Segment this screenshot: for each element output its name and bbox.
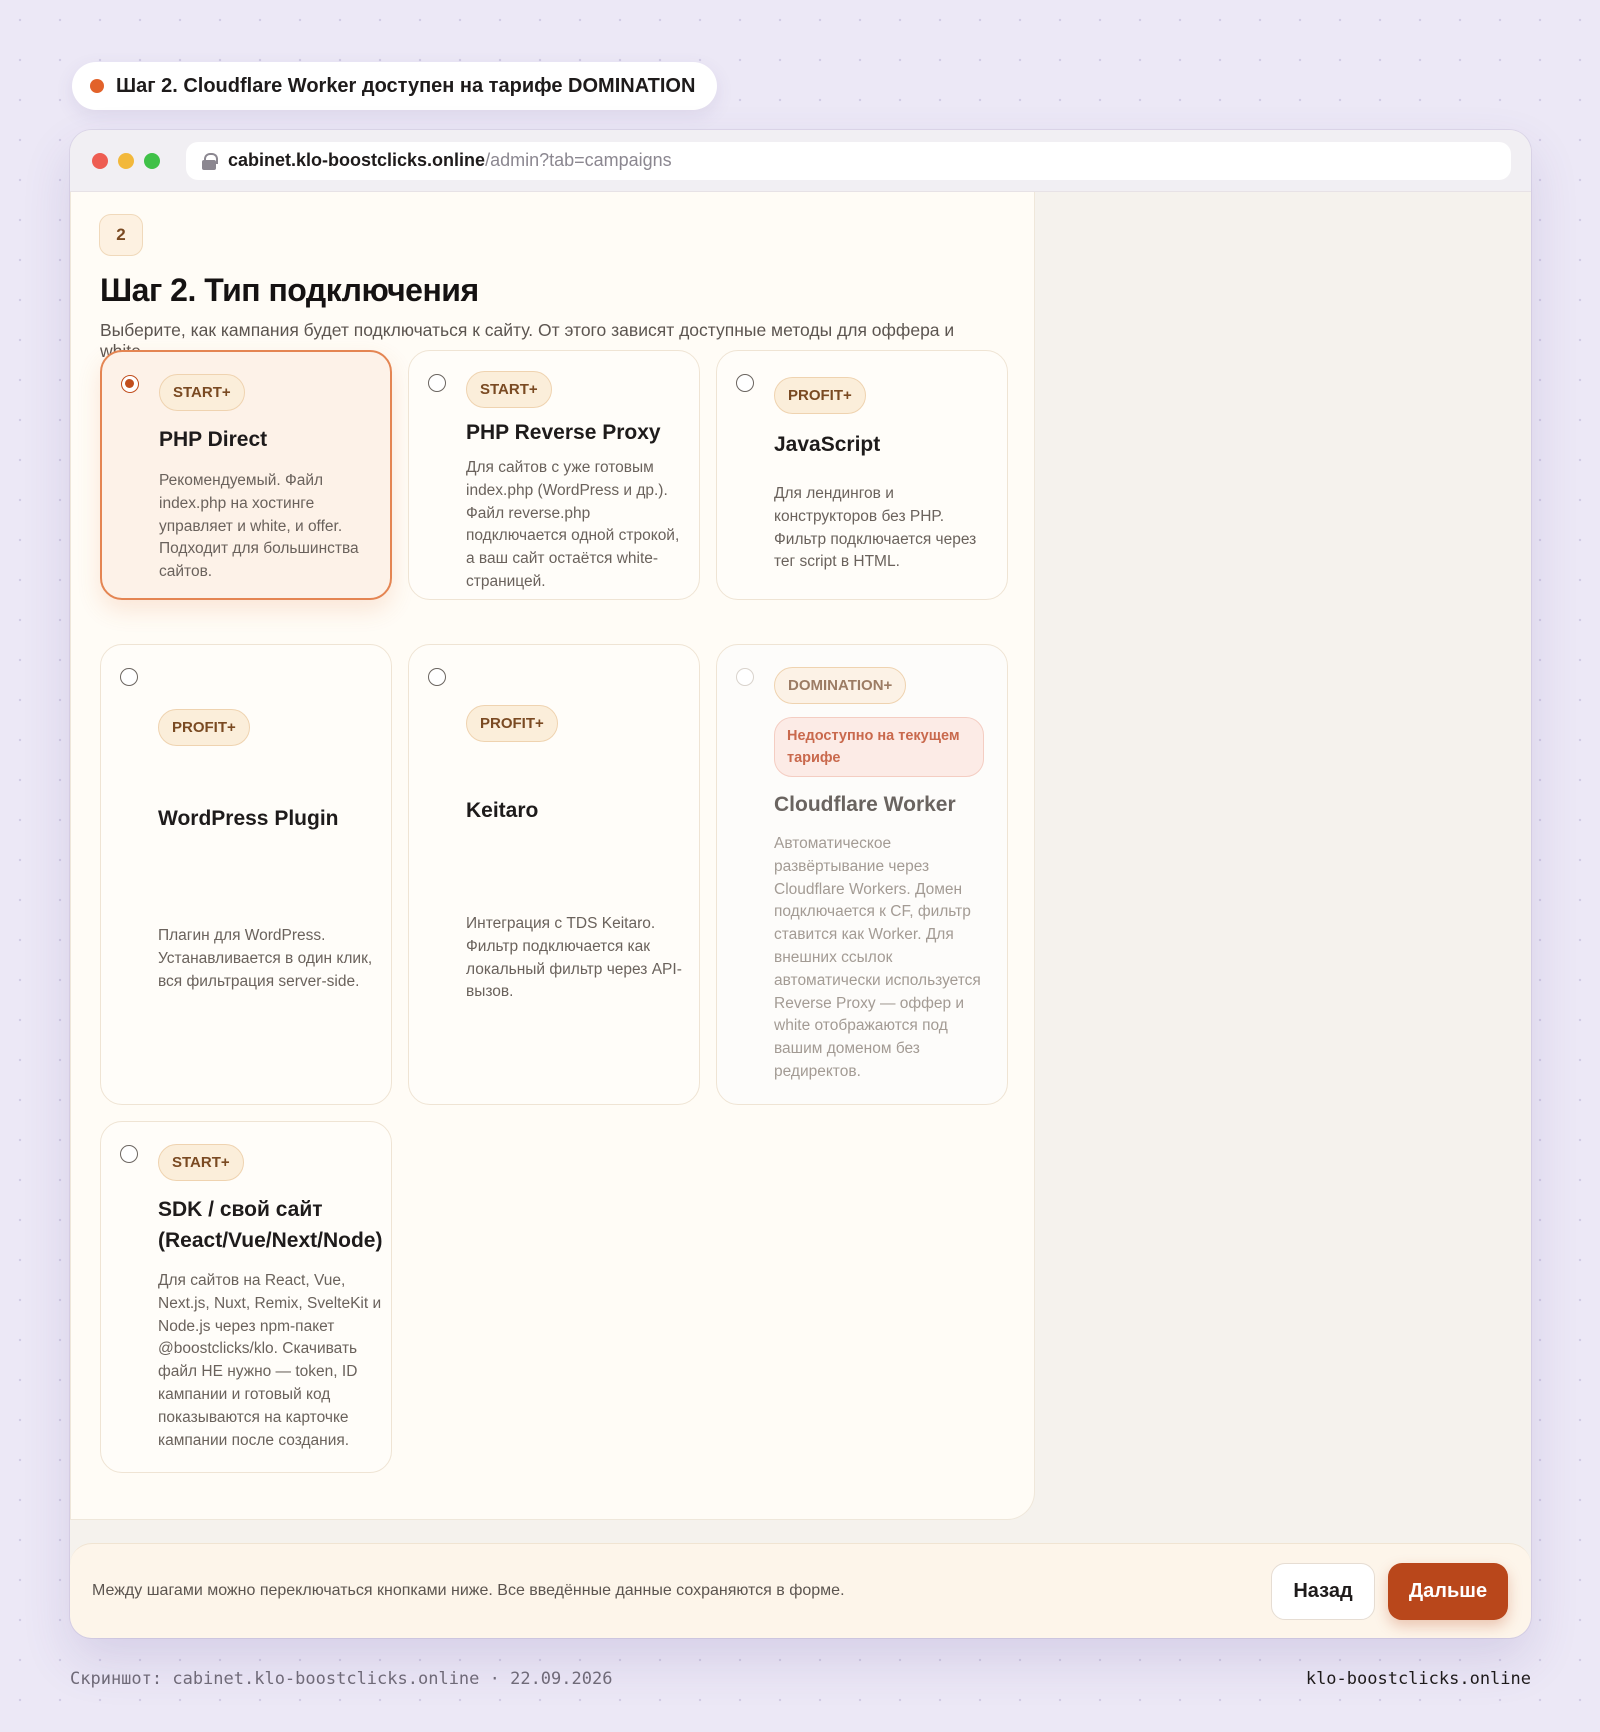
close-window-icon[interactable] [92,152,108,169]
tier-badge: START+ [466,371,552,408]
option-title: WordPress Plugin [158,807,339,830]
tier-badge: PROFIT+ [158,709,250,746]
option-card-sdk[interactable]: START+ SDK / свой сайт (React/Vue/Next/N… [100,1121,392,1473]
tier-badge: DOMINATION+ [774,667,907,704]
next-button[interactable]: Дальше [1388,1563,1508,1620]
tier-badge: PROFIT+ [466,705,558,742]
option-description: Интеграция с TDS Keitaro. Фильтр подключ… [466,915,682,1001]
screenshot-caption: Скриншот: cabinet.klo-boostclicks.online… [70,1669,613,1689]
browser-toolbar: cabinet.klo-boostclicks.online/admin?tab… [70,130,1531,192]
option-description: Для сайтов на React, Vue, Next.js, Nuxt,… [158,1272,382,1449]
connection-type-panel: 2 Шаг 2. Тип подключения Выберите, как к… [70,192,1035,1520]
option-radio[interactable] [120,1145,138,1163]
step-banner-text: Шаг 2. Cloudflare Worker доступен на тар… [116,74,696,97]
footer-note: Между шагами можно переключаться кнопкам… [92,1582,845,1599]
option-description: Автоматическое развёртывание через Cloud… [774,835,981,1080]
window-controls [92,152,160,169]
back-button[interactable]: Назад [1271,1563,1375,1620]
status-dot-icon [90,79,104,93]
option-card-php-direct[interactable]: START+ PHP Direct Рекомендуемый. Файл in… [100,350,392,600]
option-radio[interactable] [121,375,139,393]
step-number-badge: 2 [99,214,143,256]
option-title: PHP Direct [159,428,268,451]
maximize-window-icon[interactable] [144,152,160,169]
option-radio[interactable] [736,374,754,392]
option-description: Плагин для WordPress. Устанавливается в … [158,927,373,990]
option-title: PHP Reverse Proxy [466,421,661,444]
tier-badge: START+ [159,374,245,411]
step-banner: Шаг 2. Cloudflare Worker доступен на тар… [72,62,718,110]
unavailable-warning: Недоступно на текущем тарифе [774,717,984,777]
option-card-javascript[interactable]: PROFIT+ JavaScript Для лендингов и конст… [716,350,1008,600]
option-radio[interactable] [428,374,446,392]
url-host: cabinet.klo-boostclicks.online [228,150,486,170]
tier-badge: PROFIT+ [774,377,866,414]
option-title: Keitaro [466,799,539,822]
option-description: Для лендингов и конструкторов без PHP. Ф… [774,485,977,571]
page-title: Шаг 2. Тип подключения [100,272,479,308]
option-radio[interactable] [428,668,446,686]
minimize-window-icon[interactable] [118,152,134,169]
option-card-cloudflare-worker: DOMINATION+ Недоступно на текущем тарифе… [716,644,1008,1105]
wizard-footer: Между шагами можно переключаться кнопкам… [70,1543,1531,1638]
option-card-wordpress-plugin[interactable]: PROFIT+ WordPress Plugin Плагин для Word… [100,644,392,1105]
url-path: /admin?tab=campaigns [485,150,672,170]
tier-badge: START+ [158,1144,244,1181]
lock-icon [202,152,218,170]
option-description: Для сайтов с уже готовым index.php (Word… [466,459,680,590]
option-card-php-reverse-proxy[interactable]: START+ PHP Reverse Proxy Для сайтов с уж… [408,350,700,600]
option-title: SDK / свой сайт (React/Vue/Next/Node) [158,1198,383,1252]
option-radio[interactable] [120,668,138,686]
option-title: JavaScript [774,433,881,456]
option-radio [736,668,754,686]
option-card-keitaro[interactable]: PROFIT+ Keitaro Интеграция с TDS Keitaro… [408,644,700,1105]
site-caption: klo-boostclicks.online [1305,1669,1531,1689]
browser-window: cabinet.klo-boostclicks.online/admin?tab… [70,130,1531,1638]
option-description: Рекомендуемый. Файл index.php на хостинг… [159,472,359,581]
option-title: Cloudflare Worker [774,793,956,816]
address-bar[interactable]: cabinet.klo-boostclicks.online/admin?tab… [186,141,1511,180]
